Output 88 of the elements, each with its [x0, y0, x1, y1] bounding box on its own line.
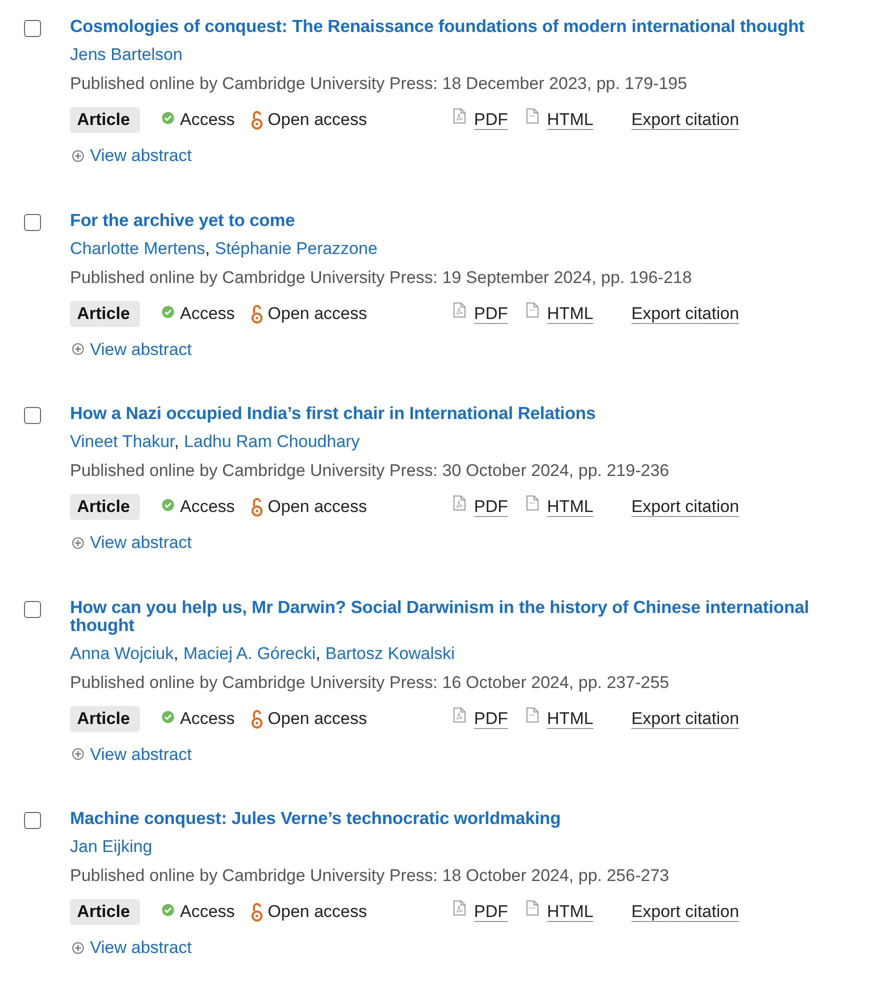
article-title-link[interactable]: For the archive yet to come — [70, 210, 850, 228]
access-label: Access — [180, 496, 235, 518]
separator: , — [205, 238, 210, 258]
pdf-link[interactable]: PDF — [474, 494, 508, 520]
select-checkbox[interactable] — [24, 407, 41, 424]
plus-circle-icon — [72, 343, 84, 356]
pdf-file-icon — [453, 302, 466, 318]
publication-info: Published online by Cambridge University Press: 16 October 2024, pp. 237-255 — [70, 672, 670, 694]
open-access-label: Open access — [268, 302, 368, 325]
article-type-badge: Article — [70, 494, 140, 520]
article-title-link[interactable]: Cosmologies of conquest: The Renaissance foundations of modern international thought — [70, 17, 850, 35]
plus-circle-icon — [72, 942, 84, 954]
open-lock-icon — [250, 110, 263, 130]
publication-info: Published online by Cambridge University Press: 30 October 2024, pp. 219-236 — [70, 460, 670, 482]
author-link[interactable]: Stéphanie Perazzone — [214, 238, 378, 258]
document-icon — [526, 900, 540, 916]
separator: , — [174, 432, 180, 451]
html-link[interactable]: HTML — [547, 300, 594, 326]
access-label: Access — [180, 708, 235, 730]
select-checkbox[interactable] — [24, 20, 41, 37]
separator: , — [316, 644, 320, 662]
html-link[interactable]: HTML — [547, 494, 594, 520]
html-link[interactable]: HTML — [547, 706, 594, 732]
check-circle-icon — [162, 710, 174, 722]
html-link[interactable]: HTML — [547, 107, 594, 133]
view-abstract-link[interactable]: View abstract — [90, 143, 192, 168]
author-link[interactable]: Charlotte Mertens — [70, 238, 206, 258]
author-link[interactable]: Jens Bartelson — [70, 45, 182, 64]
article-title-link[interactable]: Machine conquest: Jules Verne’s technocratic worldmaking — [70, 809, 850, 827]
access-label: Access — [180, 302, 235, 325]
pdf-link[interactable]: PDF — [474, 706, 508, 732]
view-abstract-link[interactable]: View abstract — [90, 336, 192, 362]
access-label: Access — [180, 901, 235, 924]
check-circle-icon — [162, 112, 174, 124]
check-circle-icon — [162, 904, 174, 916]
article-type-badge: Article — [70, 706, 140, 732]
export-citation-link[interactable]: Export citation — [631, 107, 740, 133]
pdf-file-icon — [453, 495, 466, 511]
select-checkbox[interactable] — [24, 812, 41, 829]
plus-circle-icon — [72, 748, 84, 760]
publication-info: Published online by Cambridge University Press: 18 December 2023, pp. 179-195 — [70, 73, 688, 95]
article-title-link[interactable]: How a Nazi occupied India’s first chair in International Relations — [70, 404, 850, 422]
publication-info: Published online by Cambridge University Press: 19 September 2024, pp. 196-218 — [70, 266, 693, 288]
view-abstract-link[interactable]: View abstract — [90, 935, 192, 960]
export-citation-link[interactable]: Export citation — [631, 899, 740, 925]
open-lock-icon — [250, 902, 263, 922]
open-access-label: Open access — [268, 496, 368, 518]
author-link[interactable]: Ladhu Ram Choudhary — [184, 432, 360, 451]
export-citation-link[interactable]: Export citation — [631, 494, 740, 520]
author-link[interactable]: Maciej A. Górecki — [183, 644, 316, 662]
open-lock-icon — [250, 708, 263, 728]
document-icon — [526, 706, 540, 722]
pdf-link[interactable]: PDF — [474, 899, 508, 925]
document-icon — [526, 108, 540, 124]
article-type-badge: Article — [70, 899, 140, 925]
publication-info: Published online by Cambridge University Press: 18 October 2024, pp. 256-273 — [70, 865, 670, 887]
export-citation-link[interactable]: Export citation — [631, 706, 740, 732]
pdf-link[interactable]: PDF — [474, 107, 508, 133]
plus-circle-icon — [72, 150, 84, 162]
pdf-file-icon — [453, 108, 466, 124]
export-citation-link[interactable]: Export citation — [631, 300, 740, 326]
author-link[interactable]: Anna Wojciuk — [70, 644, 174, 662]
pdf-file-icon — [453, 706, 466, 722]
article-title-link[interactable]: How can you help us, Mr Darwin? Social Darwinism in the history of Chinese international thought — [70, 598, 850, 634]
access-label: Access — [180, 109, 235, 132]
author-link[interactable]: Jan Eijking — [70, 837, 152, 856]
open-access-label: Open access — [268, 708, 368, 730]
open-lock-icon — [250, 497, 263, 517]
select-checkbox[interactable] — [24, 214, 41, 230]
article-type-badge: Article — [70, 300, 140, 326]
author-link[interactable]: Vineet Thakur — [70, 432, 174, 451]
document-icon — [526, 495, 540, 511]
check-circle-icon — [162, 499, 174, 511]
pdf-file-icon — [453, 900, 466, 916]
document-icon — [526, 302, 540, 318]
html-link[interactable]: HTML — [547, 899, 594, 925]
check-circle-icon — [162, 306, 174, 318]
author-link[interactable]: Bartosz Kowalski — [325, 644, 455, 662]
plus-circle-icon — [72, 536, 84, 549]
pdf-link[interactable]: PDF — [474, 300, 508, 326]
open-lock-icon — [250, 304, 263, 324]
view-abstract-link[interactable]: View abstract — [90, 742, 192, 767]
open-access-label: Open access — [268, 109, 368, 132]
view-abstract-link[interactable]: View abstract — [90, 530, 192, 556]
select-checkbox[interactable] — [24, 600, 41, 618]
separator: , — [174, 644, 178, 662]
article-type-badge: Article — [70, 107, 140, 133]
open-access-label: Open access — [268, 901, 368, 924]
